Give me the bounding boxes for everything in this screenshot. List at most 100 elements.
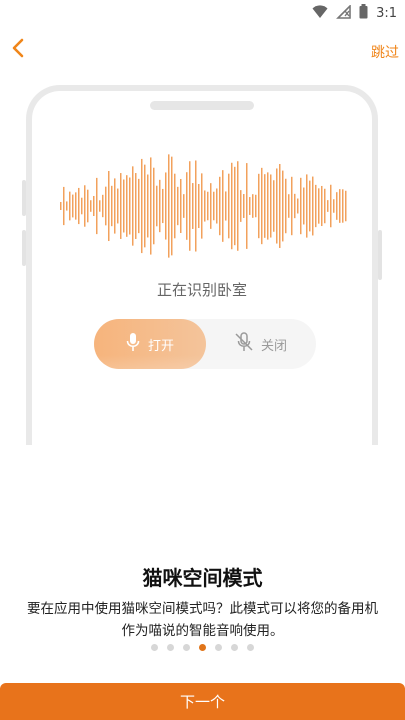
no-signal-icon [336, 3, 351, 23]
waveform-bar [345, 190, 347, 222]
clock-time: 3:1 [376, 5, 397, 21]
waveform-bar [267, 172, 269, 240]
status-bar: 3:1 [0, 0, 405, 26]
waveform-bar [222, 170, 224, 242]
chevron-left-icon [11, 38, 25, 62]
waveform-bar [339, 189, 341, 223]
waveform-bar [180, 178, 182, 233]
waveform-bar [282, 170, 284, 242]
waveform-bar [147, 174, 149, 238]
waveform-bar [195, 160, 197, 252]
waveform-bar [186, 172, 188, 240]
waveform-bar [237, 161, 239, 251]
pagination-dots [0, 644, 405, 651]
waveform-bar [171, 156, 173, 256]
back-button[interactable] [6, 38, 30, 62]
waveform-bar [210, 183, 212, 229]
waveform-bar [249, 197, 251, 215]
page-description: 要在应用中使用猫咪空间模式吗？此模式可以将您的备用机 作为喵说的智能音响使用。 [0, 598, 405, 642]
phone-illustration: 正在识别卧室 打开 关闭 [26, 85, 378, 445]
recognizing-status: 正在识别卧室 [156, 281, 247, 299]
waveform-bar [219, 176, 221, 236]
waveform-bar [117, 188, 119, 224]
pagination-dot [247, 644, 254, 651]
waveform-bar [153, 167, 155, 245]
waveform-bar [288, 194, 290, 218]
waveform-bar [114, 178, 116, 234]
waveform-bar [273, 180, 275, 232]
pagination-dot [183, 644, 190, 651]
pagination-dot-active [199, 644, 206, 651]
mic-off-label: 关闭 [260, 338, 287, 354]
description-line: 作为喵说的智能音响使用。 [121, 623, 284, 639]
waveform-bar [168, 154, 170, 258]
pagination-dot [167, 644, 174, 651]
microphone-muted-icon [235, 332, 253, 356]
waveform-bar [306, 174, 308, 238]
waveform-bar [198, 183, 200, 229]
waveform-bar [78, 187, 80, 225]
waveform-bar [90, 200, 92, 212]
skip-button[interactable]: 跳过 [371, 42, 399, 62]
waveform-bar [264, 174, 266, 238]
waveform-bar [336, 192, 338, 220]
waveform-bar [246, 163, 248, 249]
waveform-bar [123, 179, 125, 233]
waveform-bar [261, 167, 263, 245]
mic-on-label: 打开 [147, 338, 174, 354]
waveform-bar [138, 178, 140, 234]
waveform-bar [69, 191, 71, 221]
page-title: 猫咪空间模式 [142, 566, 263, 590]
waveform-bar [285, 178, 287, 234]
phone-side-button [378, 230, 382, 280]
waveform-bar [177, 186, 179, 226]
waveform-bar [126, 175, 128, 237]
waveform-bar [225, 191, 227, 221]
fade-overlay [32, 355, 372, 445]
waveform-bar [258, 173, 260, 239]
pagination-dot [151, 644, 158, 651]
waveform-bar [297, 198, 299, 214]
pagination-dot [231, 644, 238, 651]
waveform-bar [240, 190, 242, 222]
waveform-bar [96, 177, 98, 235]
waveform-bar [303, 187, 305, 225]
waveform-bar [60, 202, 62, 210]
waveform-bar [159, 179, 161, 233]
waveform-bar [321, 185, 323, 227]
waveform-bar [294, 193, 296, 219]
waveform-bar [327, 200, 329, 212]
waveform-bar [81, 197, 83, 215]
waveform-bar [120, 173, 122, 239]
waveform-bar [192, 183, 194, 229]
waveform-bar [231, 162, 233, 250]
waveform-bar [318, 188, 320, 224]
description-line: 要在应用中使用猫咪空间模式吗？此模式可以将您的备用机 [27, 601, 378, 617]
waveform-bar [207, 191, 209, 221]
waveform-bar [270, 174, 272, 238]
waveform-bar [234, 166, 236, 246]
waveform-bar [333, 199, 335, 213]
waveform-bar [189, 161, 191, 251]
waveform-bar [135, 173, 137, 239]
waveform-bar [204, 190, 206, 222]
waveform-bar [144, 164, 146, 248]
waveform-bar [216, 188, 218, 224]
waveform-bar [183, 194, 185, 218]
waveform-bar [324, 188, 326, 224]
waveform-bar [312, 176, 314, 236]
waveform-bar [156, 185, 158, 227]
microphone-icon [126, 332, 140, 356]
waveform-bar [66, 201, 68, 211]
waveform-bar [213, 191, 215, 221]
waveform-bar [279, 164, 281, 248]
waveform-bar [72, 194, 74, 218]
waveform-bar [111, 185, 113, 227]
waveform-bar [315, 184, 317, 228]
waveform-bar [201, 173, 203, 239]
waveform-bar [309, 180, 311, 232]
next-button[interactable]: 下一个 [0, 683, 405, 720]
waveform-bar [105, 186, 107, 226]
waveform-bar [141, 158, 143, 254]
waveform-bar [108, 170, 110, 242]
